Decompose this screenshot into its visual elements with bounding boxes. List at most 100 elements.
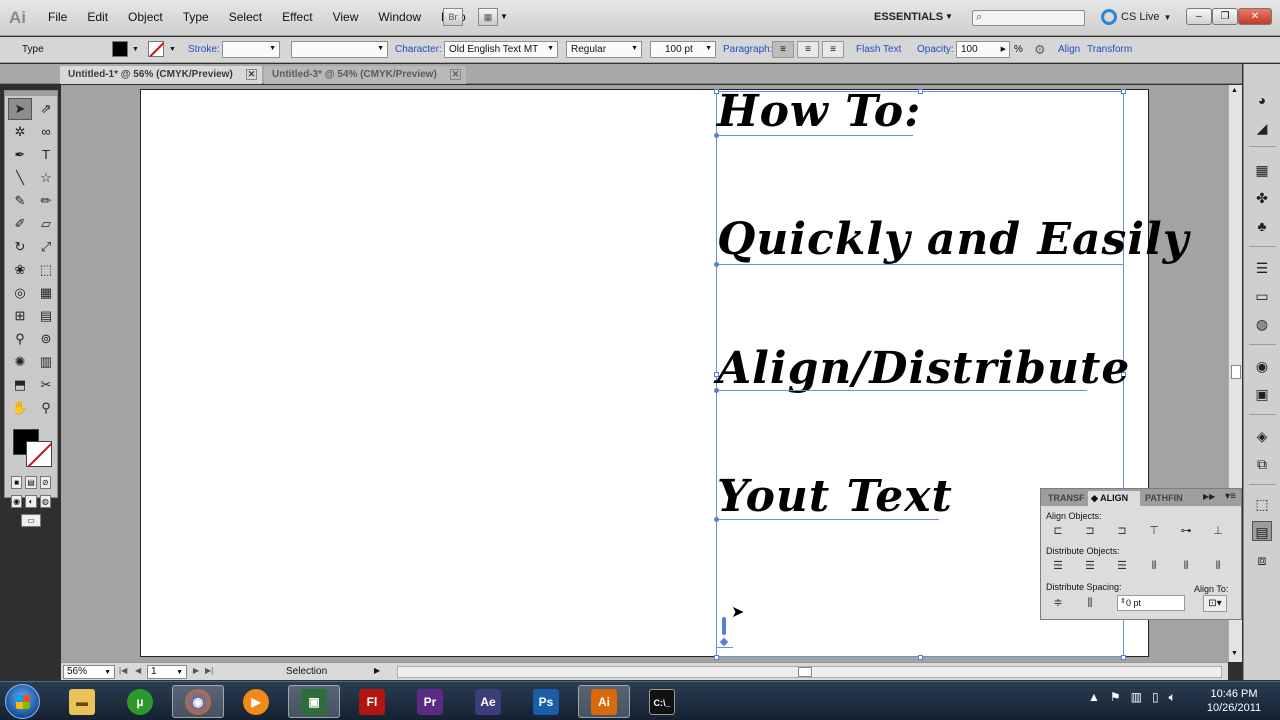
vertical-distribute-space-icon[interactable]: ≑	[1048, 595, 1068, 611]
text-line-3[interactable]: Align/Distribute	[717, 343, 1130, 394]
type-tool-icon[interactable]: T	[34, 144, 58, 166]
distribute-bottom-icon[interactable]: ☰	[1112, 558, 1132, 574]
paintbrush-tool-icon[interactable]: ✎	[8, 190, 32, 212]
artboard-number-field[interactable]: 1 ▼	[147, 665, 187, 679]
taskbar-illustrator[interactable]: Ai	[578, 685, 630, 718]
gradient-tool-icon[interactable]: ▤	[34, 305, 58, 327]
menu-view[interactable]: View	[323, 10, 369, 24]
none-mode-icon[interactable]: ⊘	[39, 476, 51, 489]
first-artboard-icon[interactable]: |◀	[119, 666, 127, 675]
color-guide-icon[interactable]: ◢	[1252, 118, 1272, 138]
taskbar-command-prompt[interactable]: C:\_	[636, 685, 688, 718]
scroll-down-icon[interactable]: ▼	[1231, 650, 1238, 657]
taskbar-firefox[interactable]: ◉	[172, 685, 224, 718]
horizontal-align-left-icon[interactable]: ⊏	[1048, 523, 1068, 539]
distribute-left-icon[interactable]: ⫴	[1144, 558, 1164, 574]
draw-behind-icon[interactable]: ◐	[25, 495, 37, 508]
chevron-down-icon[interactable]: ▼	[169, 46, 176, 53]
selection-tool-icon[interactable]: ➤	[8, 98, 32, 120]
close-icon[interactable]: ✕	[246, 69, 257, 80]
color-panel-icon[interactable]: ◕	[1252, 90, 1272, 110]
mesh-tool-icon[interactable]: ⊞	[8, 305, 32, 327]
screen-mode-icon[interactable]: ▭	[21, 514, 41, 527]
artboard[interactable]: How To: Quickly and Easily Align/Distrib…	[140, 86, 1188, 660]
align-to-dropdown[interactable]: ⊡▾	[1203, 595, 1227, 612]
chevron-down-icon[interactable]: ▼	[500, 12, 508, 21]
taskbar-utorrent[interactable]: µ	[114, 685, 166, 718]
text-line-1[interactable]: How To:	[717, 86, 921, 137]
device-icon[interactable]: ▯	[1152, 690, 1159, 705]
bridge-button[interactable]: Br	[443, 8, 463, 26]
scroll-thumb[interactable]	[798, 667, 812, 677]
magic-wand-tool-icon[interactable]: ✲	[8, 121, 32, 143]
variable-width-field[interactable]: ▼	[291, 41, 388, 58]
connection-icon[interactable]: ▥	[1131, 690, 1142, 705]
taskbar-photoshop[interactable]: Ps	[520, 685, 572, 718]
status-menu-icon[interactable]: ▶	[374, 666, 380, 675]
vertical-align-center-icon[interactable]: ⊶	[1176, 523, 1196, 539]
align-link[interactable]: Align	[1058, 44, 1080, 55]
column-graph-tool-icon[interactable]: ▥	[34, 351, 58, 373]
character-label[interactable]: Character:	[395, 44, 442, 55]
transform-panel-icon[interactable]: ⬚	[1252, 494, 1272, 514]
opacity-label[interactable]: Opacity:	[917, 44, 954, 55]
gradient-panel-icon[interactable]: ▭	[1252, 286, 1272, 306]
opacity-field[interactable]: 100 ▶	[956, 41, 1010, 58]
pen-tool-icon[interactable]: ✒	[8, 144, 32, 166]
show-hidden-icons-icon[interactable]: ▲	[1088, 690, 1100, 705]
chevron-down-icon[interactable]: ▼	[132, 46, 139, 53]
font-style-field[interactable]: Regular ▼	[566, 41, 642, 58]
arrange-documents-button[interactable]: ▦	[478, 8, 498, 26]
blend-tool-icon[interactable]: ⊚	[34, 328, 58, 350]
distribute-horizontal-center-icon[interactable]: ⫴	[1176, 558, 1196, 574]
slice-tool-icon[interactable]: ✂	[34, 374, 58, 396]
free-transform-tool-icon[interactable]: ⬚	[34, 259, 58, 281]
star-tool-icon[interactable]: ☆	[34, 167, 58, 189]
horizontal-align-center-icon[interactable]: ⊐	[1080, 523, 1100, 539]
taskbar-premiere[interactable]: Pr	[404, 685, 456, 718]
tab-transform[interactable]: TRANSF	[1045, 491, 1088, 506]
menu-effect[interactable]: Effect	[272, 10, 322, 24]
direct-selection-tool-icon[interactable]: ⇗	[34, 98, 58, 120]
stepper-icon[interactable]: ⇕	[1120, 597, 1126, 605]
stroke-panel-icon[interactable]: ☰	[1252, 258, 1272, 278]
menu-select[interactable]: Select	[219, 10, 272, 24]
eraser-tool-icon[interactable]: ▱	[34, 213, 58, 235]
symbols-panel-icon[interactable]: ♣	[1252, 216, 1272, 236]
pathfinder-panel-icon[interactable]: ⧈	[1252, 550, 1272, 570]
gradient-mode-icon[interactable]: ▤	[25, 476, 37, 489]
line-tool-icon[interactable]: ╲	[8, 167, 32, 189]
next-artboard-icon[interactable]: ▶	[193, 666, 199, 675]
minimize-button[interactable]: –	[1186, 8, 1212, 25]
network-icon[interactable]: ⚑	[1110, 690, 1121, 705]
graphic-styles-panel-icon[interactable]: ▣	[1252, 384, 1272, 404]
align-center-button[interactable]: ≡	[797, 41, 819, 58]
font-family-field[interactable]: Old English Text MT ▼	[444, 41, 558, 58]
shape-builder-tool-icon[interactable]: ◎	[8, 282, 32, 304]
previous-artboard-icon[interactable]: ◀	[135, 666, 141, 675]
stroke-color-box[interactable]	[26, 441, 52, 467]
taskbar-explorer[interactable]: ▬	[56, 685, 108, 718]
vertical-align-top-icon[interactable]: ⊤	[1144, 523, 1164, 539]
distribute-top-icon[interactable]: ☰	[1048, 558, 1068, 574]
horizontal-distribute-space-icon[interactable]: ⫼	[1080, 595, 1100, 611]
distribute-right-icon[interactable]: ⫴	[1208, 558, 1228, 574]
clock[interactable]: 10:46 PM 10/26/2011	[1196, 687, 1272, 715]
transparency-panel-icon[interactable]: ◍	[1252, 314, 1272, 334]
align-left-button[interactable]: ≡	[772, 41, 794, 58]
stroke-swatch[interactable]	[148, 41, 164, 57]
vertical-align-bottom-icon[interactable]: ⊥	[1208, 523, 1228, 539]
appearance-panel-icon[interactable]: ◉	[1252, 356, 1272, 376]
fill-swatch[interactable]	[112, 41, 128, 57]
pencil-tool-icon[interactable]: ✏	[34, 190, 58, 212]
blob-brush-tool-icon[interactable]: ✐	[8, 213, 32, 235]
menu-object[interactable]: Object	[118, 10, 173, 24]
close-icon[interactable]: ✕	[450, 69, 461, 80]
workspace-switcher[interactable]: ESSENTIALS	[874, 11, 943, 23]
taskbar-media-player[interactable]: ▶	[230, 685, 282, 718]
paragraph-label[interactable]: Paragraph:	[723, 44, 772, 55]
spacing-value-field[interactable]: ⇕ 0 pt	[1117, 595, 1185, 611]
color-mode-icon[interactable]: ■	[11, 476, 23, 489]
zoom-tool-icon[interactable]: ⚲	[34, 397, 58, 419]
selection-handle[interactable]	[1121, 89, 1126, 94]
